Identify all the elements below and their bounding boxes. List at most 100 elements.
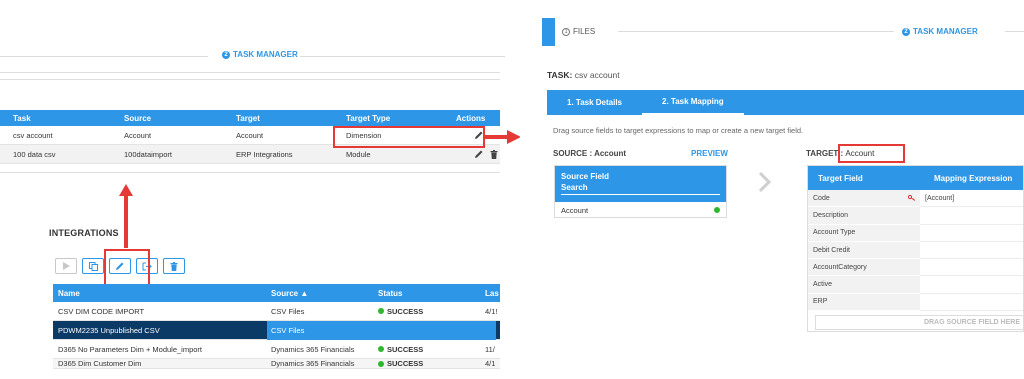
cell-source: CSV Files: [271, 306, 305, 316]
target-table-header: Target Field Mapping Expression: [808, 166, 1023, 190]
tab-task-mapping[interactable]: 2. Task Mapping: [642, 90, 744, 115]
target-field-cell: Active: [808, 276, 920, 294]
cell-status: SUCCESS: [378, 345, 485, 354]
col-name[interactable]: Name: [53, 289, 271, 298]
arrow-up-icon: [119, 184, 133, 248]
col-task[interactable]: Task: [0, 114, 124, 123]
key-icon: [908, 195, 916, 202]
step-label: FILES: [573, 27, 596, 36]
play-icon: [62, 262, 70, 270]
task-name: csv account: [574, 70, 620, 80]
col-target-type[interactable]: Target Type: [346, 114, 456, 123]
mapping-expression-cell[interactable]: [920, 207, 1023, 225]
target-row[interactable]: Description: [808, 207, 1023, 225]
success-dot-icon: [378, 360, 384, 367]
target-field-cell: AccountCategory: [808, 259, 920, 277]
mapping-expression-cell[interactable]: [920, 276, 1023, 294]
target-row[interactable]: AccountCategory: [808, 259, 1023, 277]
col-source[interactable]: Source ▲: [271, 289, 378, 298]
target-row[interactable]: Code [Account]: [808, 190, 1023, 208]
step-number: 2: [222, 50, 230, 59]
target-row[interactable]: Active: [808, 276, 1023, 294]
step-files[interactable]: 1 FILES: [562, 27, 595, 36]
trash-icon[interactable]: [490, 149, 498, 159]
task-title: TASK: csv account: [547, 70, 620, 80]
col-mapping-expression: Mapping Expression: [934, 173, 1013, 183]
divider: [0, 172, 500, 173]
table-header: Name Source ▲ Status Las: [53, 284, 500, 302]
step-task-manager[interactable]: 2 TASK MANAGER: [902, 27, 978, 36]
col-status[interactable]: Status: [378, 289, 485, 298]
source-name: Account: [594, 149, 627, 158]
target-field-cell: Debit Credit: [808, 241, 920, 260]
mapping-hint: Drag source fields to target expressions…: [553, 126, 804, 135]
copy-button[interactable]: [82, 258, 104, 274]
col-source[interactable]: Source: [124, 114, 236, 123]
delete-button[interactable]: [163, 258, 185, 274]
step-number: 2: [902, 27, 910, 36]
integrations-title: INTEGRATIONS: [49, 228, 119, 238]
cell-source: Dynamics 365 Financials: [271, 344, 355, 354]
left-screenshot: 2 TASK MANAGER Task Source Target Target…: [0, 0, 521, 379]
step-label: TASK MANAGER: [913, 27, 978, 36]
cell-source: CSV Files: [267, 320, 496, 340]
step-task-manager[interactable]: 2 TASK MANAGER: [222, 50, 298, 59]
cell-target: Account: [236, 130, 264, 140]
target-field-label: Active: [813, 281, 833, 289]
stepper-line: [1005, 31, 1024, 32]
status-text: SUCCESS: [387, 306, 424, 316]
success-dot-icon: [378, 346, 384, 352]
tab-task-details[interactable]: 1. Task Details: [547, 90, 642, 115]
target-row[interactable]: ERP: [808, 293, 1023, 312]
target-row[interactable]: Debit Credit: [808, 241, 1023, 260]
cell-name: CSV DIM CODE IMPORT: [58, 306, 145, 316]
target-fields-panel: Target Field Mapping Expression Code [Ac…: [807, 165, 1024, 332]
mapping-expression-cell[interactable]: [920, 225, 1023, 242]
mapping-expression-cell[interactable]: [920, 259, 1023, 277]
run-button[interactable]: [55, 258, 77, 274]
col-last[interactable]: Las: [485, 289, 500, 298]
source-search-input[interactable]: Search: [561, 183, 720, 195]
source-fields-panel: Source Field Search Account: [554, 165, 727, 218]
trash-icon: [170, 261, 178, 271]
table-row[interactable]: D365 No Parameters Dim + Module_import D…: [53, 340, 500, 359]
drag-drop-zone[interactable]: DRAG SOURCE FIELD HERE: [815, 315, 1023, 330]
col-actions: Actions: [456, 113, 486, 123]
target-row[interactable]: Account Type: [808, 224, 1023, 242]
source-header: SOURCE : Account: [553, 149, 626, 158]
stepper-accent: [542, 18, 555, 46]
target-field-cell: Code: [808, 190, 920, 208]
col-target[interactable]: Target: [236, 114, 346, 123]
pencil-icon[interactable]: [474, 149, 484, 159]
step-number: 1: [562, 27, 570, 36]
mapping-expression-cell[interactable]: [920, 242, 1023, 260]
mapping-expression-cell[interactable]: [920, 294, 1023, 312]
table-header: Task Source Target Target Type Actions: [0, 110, 500, 126]
preview-link[interactable]: PREVIEW: [691, 149, 728, 158]
source-field-label: Account: [561, 205, 589, 215]
target-field-cell: Account Type: [808, 224, 920, 242]
source-label: SOURCE :: [553, 149, 593, 158]
cell-name: PDWM2235 Unpublished CSV: [58, 325, 160, 335]
target-field-label: Description: [813, 211, 849, 219]
cell-last: 4/1!: [485, 306, 498, 316]
highlight-box: [838, 144, 905, 163]
table-row[interactable]: D365 Dim Customer Dim Dynamics 365 Finan…: [53, 359, 500, 369]
target-field-cell: Description: [808, 207, 920, 225]
mapping-expression-cell[interactable]: [Account]: [920, 190, 1023, 208]
source-field-item[interactable]: Account: [555, 202, 726, 218]
source-field-title: Source Field: [561, 172, 610, 181]
divider: [0, 72, 500, 73]
chevron-right-icon: [758, 171, 772, 193]
cell-last: 11/: [485, 344, 495, 354]
mapped-dot-icon: [714, 207, 720, 213]
success-dot-icon: [378, 308, 384, 314]
table-row[interactable]: CSV DIM CODE IMPORT CSV Files SUCCESS 4/…: [53, 302, 500, 321]
source-fields-header: Source Field Search: [555, 166, 726, 202]
stepper-line: [0, 56, 208, 57]
right-screenshot: 1 FILES 2 TASK MANAGER TASK: csv account…: [520, 0, 1024, 379]
status-text: SUCCESS: [387, 359, 424, 368]
stepper-line: [300, 56, 505, 57]
table-row-selected[interactable]: PDWM2235 Unpublished CSV CSV Files: [53, 320, 500, 340]
cell-name: D365 No Parameters Dim + Module_import: [58, 344, 203, 354]
